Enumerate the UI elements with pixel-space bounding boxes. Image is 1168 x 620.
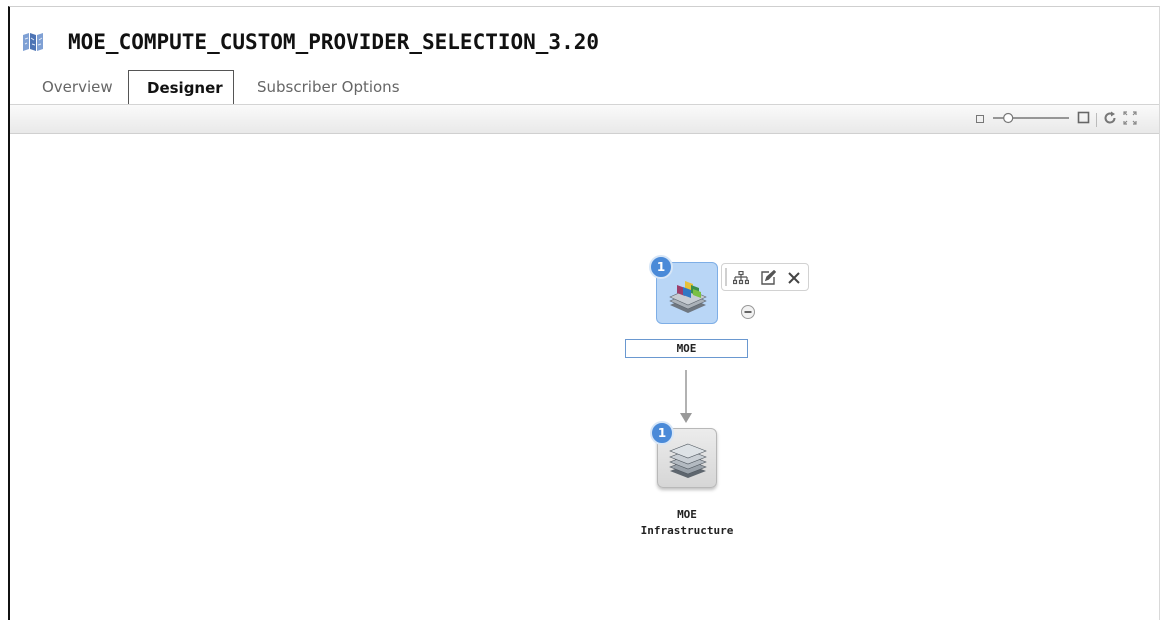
refresh-icon[interactable] [1103, 111, 1117, 130]
close-icon[interactable] [784, 268, 804, 288]
gray-layers-icon [669, 443, 707, 478]
tab-subscriber-options[interactable]: Subscriber Options [257, 70, 400, 104]
node-label: MOE [676, 342, 697, 355]
node-label-line2: Infrastructure [640, 524, 734, 537]
colored-layers-icon [669, 281, 707, 313]
node-label-box[interactable]: MOE [625, 339, 748, 358]
zoom-out-icon[interactable] [975, 111, 985, 129]
header: MOE_COMPUTE_CUSTOM_PROVIDER_SELECTION_3.… [22, 27, 599, 57]
action-divider [725, 268, 727, 286]
node-moe-infrastructure[interactable]: 1 [650, 421, 717, 488]
topology-icon[interactable] [731, 268, 751, 288]
page-title: MOE_COMPUTE_CUSTOM_PROVIDER_SELECTION_3.… [68, 30, 600, 54]
node-label-line1: MOE [677, 508, 697, 521]
canvas-toolbar [10, 104, 1159, 134]
tab-overview[interactable]: Overview [42, 70, 113, 104]
node-action-toolbar [721, 263, 809, 291]
map-icon [22, 32, 44, 52]
node-moe[interactable]: 1 [649, 255, 718, 324]
fullscreen-icon[interactable] [1123, 110, 1137, 130]
edit-icon[interactable] [758, 268, 778, 288]
node-count-badge: 1 [650, 421, 674, 445]
zoom-in-icon[interactable] [1077, 111, 1090, 129]
zoom-controls [975, 110, 1137, 130]
connector-arrow [680, 370, 692, 423]
tab-designer[interactable]: Designer [128, 70, 234, 105]
tab-bar: Overview Designer Subscriber Options [30, 70, 1158, 105]
toolbar-divider [1096, 113, 1097, 127]
collapse-icon[interactable] [740, 304, 756, 325]
zoom-slider[interactable] [991, 111, 1071, 130]
design-canvas[interactable] [10, 134, 1159, 620]
node-count-badge: 1 [649, 255, 673, 279]
